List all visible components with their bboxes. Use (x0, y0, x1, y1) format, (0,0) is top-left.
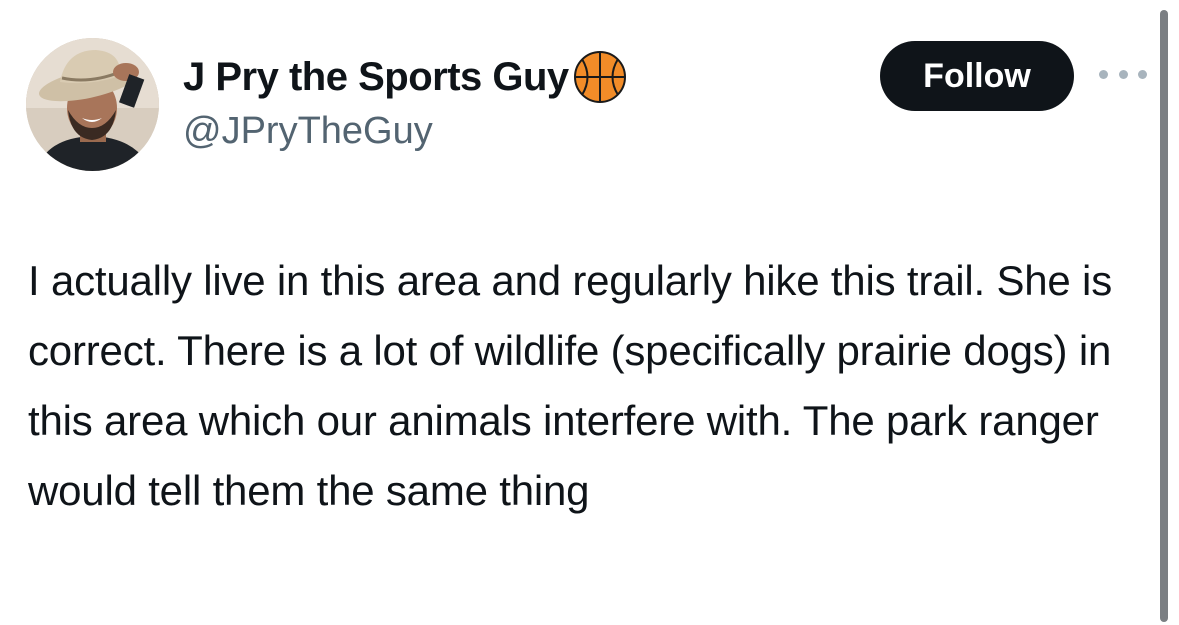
display-name-row: J Pry the Sports Guy (183, 50, 627, 104)
tweet-text: I actually live in this area and regular… (28, 257, 1112, 514)
avatar-photo-icon (26, 38, 159, 171)
basketball-icon (573, 50, 627, 104)
more-dot (1099, 69, 1108, 79)
avatar[interactable] (26, 38, 159, 171)
display-name[interactable]: J Pry the Sports Guy (183, 55, 569, 100)
follow-button[interactable]: Follow (880, 41, 1074, 111)
more-options-icon[interactable] (1099, 62, 1147, 86)
more-dot (1118, 69, 1128, 79)
tweet-card: J Pry the Sports Guy @JPryTheGuy Follow … (0, 0, 1179, 625)
author-handle[interactable]: @JPryTheGuy (183, 110, 433, 153)
more-dot (1138, 69, 1147, 79)
scrollbar[interactable] (1160, 10, 1168, 622)
